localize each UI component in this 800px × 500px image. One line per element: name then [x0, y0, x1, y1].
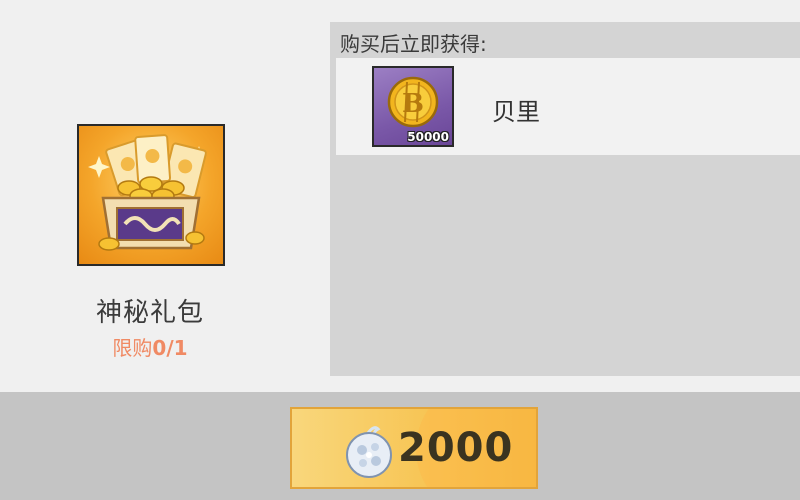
purchase-limit: 限购0/1: [60, 332, 240, 361]
reward-name: 贝里: [492, 98, 540, 126]
price-value: 2000: [398, 425, 514, 471]
buy-button[interactable]: 2000: [290, 407, 538, 489]
reward-quantity: 50000: [407, 130, 449, 144]
reward-item: B 50000 贝里: [336, 58, 800, 155]
purchase-limit-count: 0/1: [152, 336, 188, 360]
diamond-fruit-icon: [342, 423, 396, 479]
treasure-chest-icon: [77, 124, 225, 266]
pack-name: 神秘礼包: [95, 298, 204, 328]
rewards-header: 购买后立即获得:: [340, 32, 487, 56]
berry-coin-icon[interactable]: B 50000: [372, 66, 454, 147]
rewards-panel: 购买后立即获得: B 50000 贝里: [330, 22, 800, 376]
purchase-limit-label: 限购: [112, 336, 153, 360]
